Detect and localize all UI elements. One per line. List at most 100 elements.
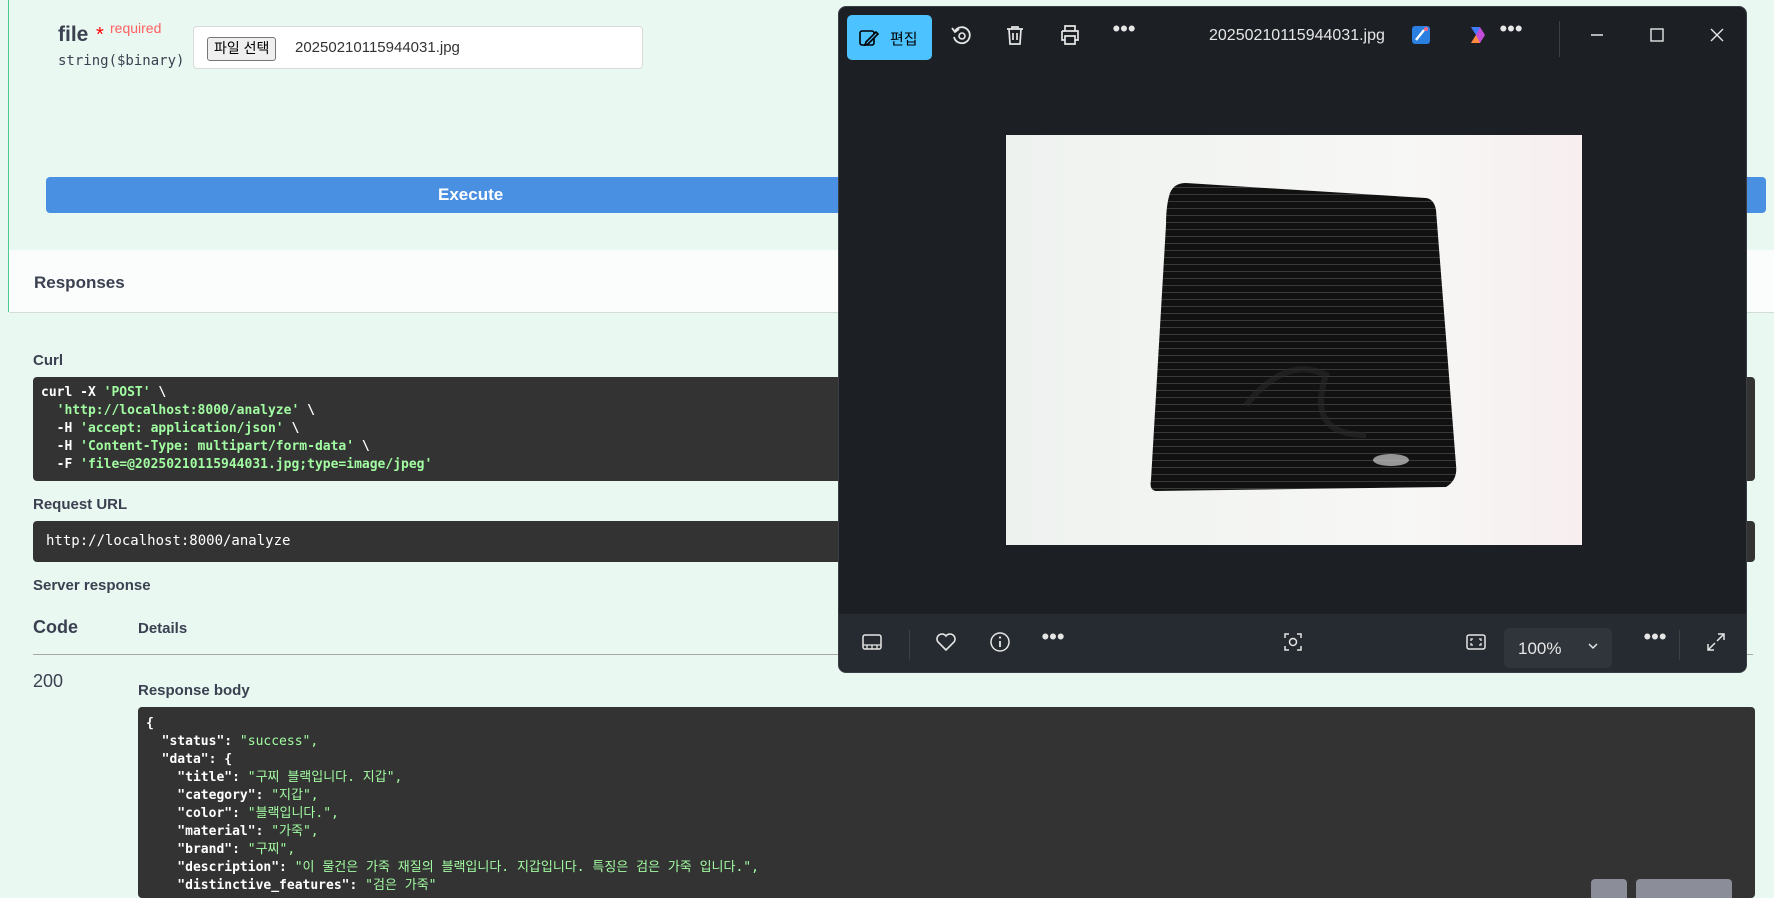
toolbar-separator — [1559, 21, 1560, 57]
json-line: "brand": "구찌", — [146, 841, 759, 859]
json-line: "category": "지갑", — [146, 787, 759, 805]
curl-label: Curl — [33, 352, 63, 369]
json-key: { — [146, 716, 154, 731]
paint-icon[interactable] — [1406, 23, 1436, 53]
json-key: "category": — [146, 788, 272, 803]
curl-token: -H — [41, 439, 81, 454]
json-key: "description": — [146, 860, 295, 875]
copilot-icon[interactable] — [1463, 23, 1493, 53]
rotate-icon[interactable] — [946, 23, 976, 53]
json-value: "구찌 블랙입니다. 지갑", — [247, 770, 403, 785]
json-key: "material": — [146, 824, 272, 839]
curl-token — [41, 403, 57, 418]
file-title: 20250210115944031.jpg — [1209, 27, 1385, 44]
print-icon[interactable] — [1055, 23, 1085, 53]
curl-string: 'file=@20250210115944031.jpg;type=image/… — [80, 457, 433, 472]
visual-search-icon[interactable] — [1278, 630, 1308, 660]
response-body-label: Response body — [138, 682, 250, 699]
zoom-dropdown[interactable]: 100% — [1504, 628, 1612, 668]
json-line: "data": { — [146, 751, 759, 769]
json-value: "구찌", — [247, 842, 296, 857]
curl-code: curl -X 'POST' \ 'http://localhost:8000/… — [41, 384, 432, 474]
required-label: required — [110, 20, 162, 36]
curl-token: curl -X — [41, 385, 104, 400]
json-line: "color": "블랙입니다.", — [146, 805, 759, 823]
json-key: "title": — [146, 770, 248, 785]
details-header: Details — [138, 620, 188, 637]
curl-line: 'http://localhost:8000/analyze' \ — [41, 402, 432, 420]
json-line: { — [146, 715, 759, 733]
curl-token: -F — [41, 457, 81, 472]
more-icon[interactable]: ••• — [1640, 626, 1670, 657]
json-value: "지갑", — [271, 788, 319, 803]
code-header: Code — [33, 617, 78, 637]
info-icon[interactable] — [985, 630, 1015, 660]
json-line: "material": "가죽", — [146, 823, 759, 841]
copy-button[interactable] — [1591, 879, 1627, 898]
curl-token: \ — [150, 385, 167, 400]
json-value: "검은 가죽" — [365, 878, 437, 893]
json-value: "블랙입니다.", — [247, 806, 339, 821]
request-url: http://localhost:8000/analyze — [46, 533, 291, 549]
curl-string: 'http://localhost:8000/analyze' — [56, 403, 300, 418]
json-line: "description": "이 물건은 가죽 재질의 블랙입니다. 지갑입니… — [146, 859, 759, 877]
curl-token: \ — [283, 421, 300, 436]
param-name: file — [58, 23, 89, 46]
curl-token: -H — [41, 421, 81, 436]
json-key: "data": { — [146, 752, 233, 767]
choose-file-button[interactable]: 파일 선택 — [207, 37, 277, 61]
more-icon[interactable]: ••• — [1109, 18, 1139, 49]
json-line: "status": "success", — [146, 733, 759, 751]
json-value: "이 물건은 가죽 재질의 블랙입니다. 지갑입니다. 특징은 검은 가죽 입니… — [294, 860, 759, 875]
more-icon[interactable]: ••• — [1038, 626, 1068, 657]
chevron-down-icon — [1586, 639, 1600, 656]
json-value: "가죽", — [271, 824, 319, 839]
curl-string: 'accept: application/json' — [80, 421, 284, 436]
edit-icon — [858, 27, 880, 54]
response-body-block[interactable]: { "status": "success", "data": { "title"… — [138, 707, 1755, 898]
json-key: "distinctive_features": — [146, 878, 366, 893]
download-button[interactable] — [1636, 879, 1732, 898]
edit-button[interactable]: 편집 — [847, 15, 932, 60]
curl-string: 'POST' — [103, 385, 151, 400]
fit-to-window-icon[interactable] — [1461, 630, 1491, 660]
curl-string: 'Content-Type: multipart/form-data' — [80, 439, 355, 454]
json-key: "status": — [146, 734, 240, 749]
response-code: 200 — [33, 671, 64, 691]
file-name: 20250210115944031.jpg — [295, 39, 460, 56]
json-key: "brand": — [146, 842, 248, 857]
close-icon[interactable] — [1702, 23, 1732, 53]
edit-label: 편집 — [890, 31, 918, 48]
minimize-icon[interactable] — [1582, 23, 1612, 53]
photo-image — [1006, 135, 1582, 545]
curl-token: \ — [299, 403, 315, 418]
curl-line: -H 'Content-Type: multipart/form-data' \ — [41, 438, 432, 456]
server-response-label: Server response — [33, 577, 151, 594]
fullscreen-icon[interactable] — [1701, 630, 1731, 660]
json-line: "distinctive_features": "검은 가죽" — [146, 877, 759, 895]
execute-label: Execute — [438, 185, 504, 204]
param-type: string($binary) — [58, 53, 185, 69]
photo-viewer-window: 편집 ••• 20250210115944031.jpg ••• ••• 100… — [838, 6, 1747, 673]
toolbar-separator — [1679, 630, 1680, 660]
curl-token: \ — [354, 439, 370, 454]
file-input[interactable]: 파일 선택 20250210115944031.jpg — [193, 26, 643, 69]
toolbar-separator — [909, 630, 910, 660]
viewer-bottom-toolbar: ••• 100% ••• — [839, 614, 1746, 672]
heart-icon[interactable] — [931, 630, 961, 660]
json-value: "success", — [239, 734, 319, 749]
curl-line: -H 'accept: application/json' \ — [41, 420, 432, 438]
required-star: * — [96, 24, 104, 46]
json-key: "color": — [146, 806, 248, 821]
json-line: "title": "구찌 블랙입니다. 지갑", — [146, 769, 759, 787]
request-url-label: Request URL — [33, 496, 128, 513]
responses-title: Responses — [34, 273, 125, 292]
response-body-code: { "status": "success", "data": { "title"… — [146, 715, 759, 895]
curl-line: curl -X 'POST' \ — [41, 384, 432, 402]
maximize-icon[interactable] — [1642, 23, 1672, 53]
more-icon[interactable]: ••• — [1496, 18, 1526, 49]
zoom-value: 100% — [1518, 639, 1562, 658]
curl-line: -F 'file=@20250210115944031.jpg;type=ima… — [41, 456, 433, 474]
trash-icon[interactable] — [1000, 23, 1030, 53]
filmstrip-icon[interactable] — [857, 630, 887, 660]
